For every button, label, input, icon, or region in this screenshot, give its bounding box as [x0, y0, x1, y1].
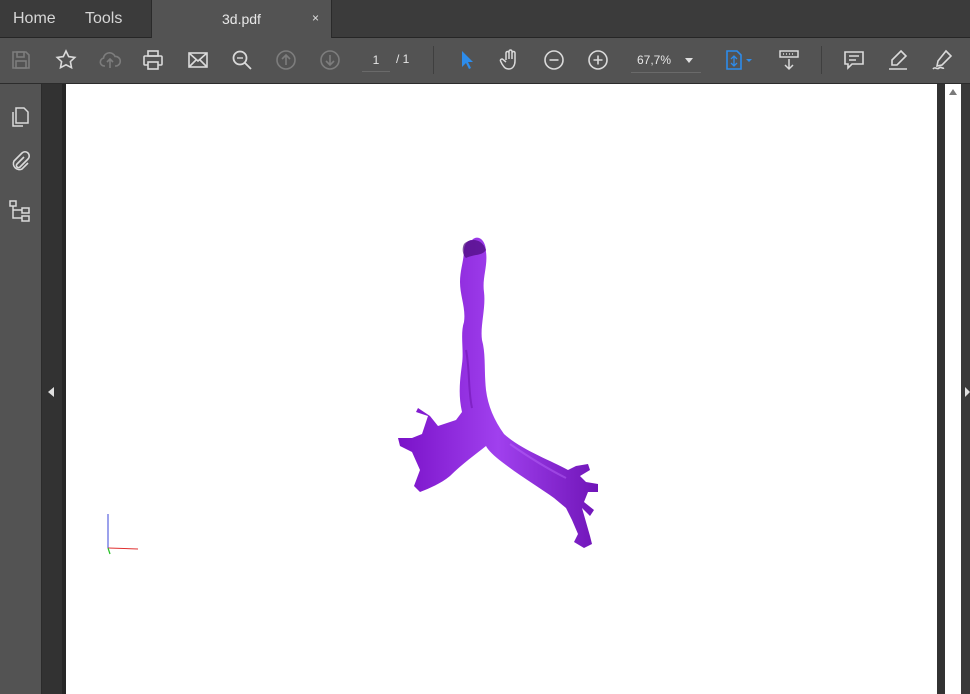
find-icon[interactable]: [228, 46, 256, 74]
select-cursor-icon[interactable]: [452, 46, 480, 74]
collapse-left-panel-icon[interactable]: [48, 387, 54, 397]
tab-home[interactable]: Home: [13, 10, 56, 28]
scroll-up-arrow-icon[interactable]: [949, 89, 957, 95]
structure-tree-icon[interactable]: [7, 198, 33, 224]
zoom-level-value: 67,7%: [637, 53, 672, 67]
previous-page-icon[interactable]: [272, 46, 300, 74]
fit-page-icon[interactable]: [720, 46, 758, 74]
attachments-icon[interactable]: [7, 149, 33, 175]
sign-icon[interactable]: [928, 46, 956, 74]
toolbar: / 1 67,7%: [0, 38, 970, 84]
zoom-level-select[interactable]: 67,7%: [631, 49, 701, 73]
email-icon[interactable]: [184, 46, 212, 74]
tab-document-title: 3d.pdf: [222, 11, 261, 27]
page-thumbnails-icon[interactable]: [7, 104, 33, 130]
cloud-upload-icon[interactable]: [96, 46, 124, 74]
scroll-mode-icon[interactable]: [775, 46, 803, 74]
3d-axes-gizmo: [107, 514, 139, 555]
toolbar-divider: [433, 46, 434, 74]
highlight-icon[interactable]: [884, 46, 912, 74]
comment-icon[interactable]: [840, 46, 868, 74]
toolbar-divider: [821, 46, 822, 74]
print-icon[interactable]: [139, 46, 167, 74]
3d-airway-model[interactable]: [390, 230, 610, 555]
vertical-scrollbar[interactable]: [945, 84, 961, 694]
save-icon[interactable]: [7, 46, 35, 74]
tab-document[interactable]: 3d.pdf ×: [151, 0, 332, 38]
left-navigation-rail: [0, 84, 42, 694]
tab-tools[interactable]: Tools: [85, 10, 122, 28]
page-total-label: / 1: [396, 52, 410, 66]
tab-bar: Home Tools 3d.pdf ×: [0, 0, 970, 38]
expand-right-panel-icon[interactable]: [965, 387, 970, 397]
bookmark-star-icon[interactable]: [52, 46, 80, 74]
page-number-input[interactable]: [362, 49, 390, 72]
zoom-out-icon[interactable]: [540, 46, 568, 74]
hand-tool-icon[interactable]: [496, 46, 524, 74]
tab-close-button[interactable]: ×: [312, 11, 319, 25]
next-page-icon[interactable]: [316, 46, 344, 74]
chevron-down-icon: [685, 58, 693, 63]
zoom-in-icon[interactable]: [584, 46, 612, 74]
